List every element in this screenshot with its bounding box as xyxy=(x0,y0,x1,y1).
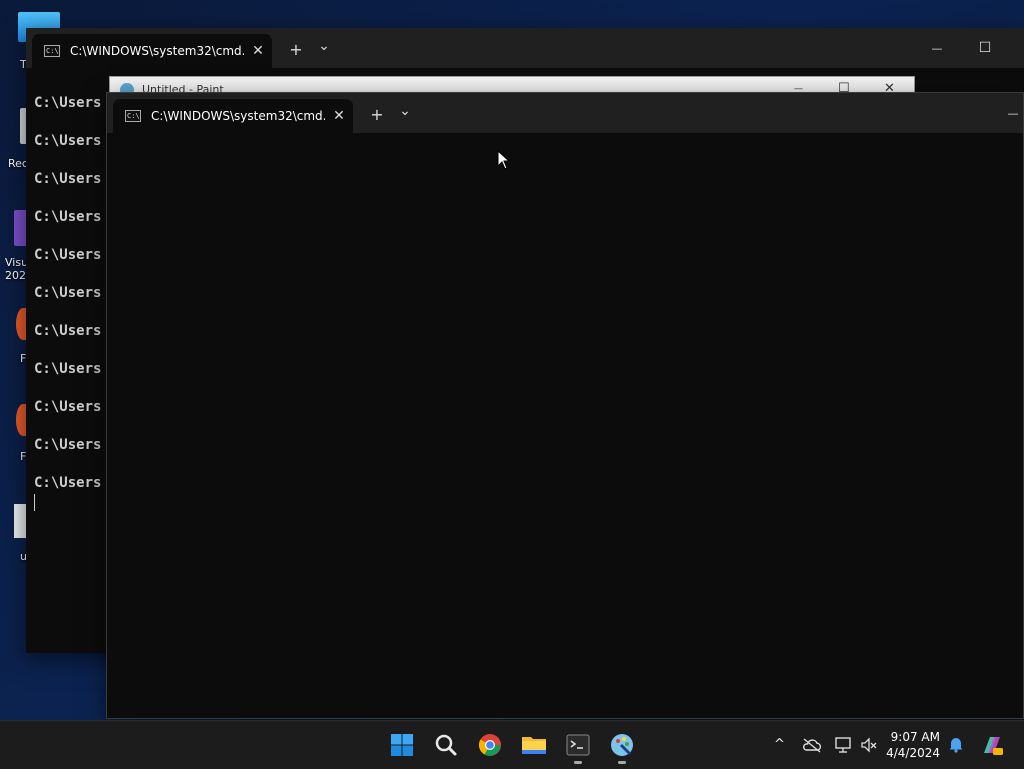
terminal-button[interactable] xyxy=(562,729,594,764)
terminal-line: C:\Users xyxy=(34,437,102,453)
paint-palette-icon xyxy=(611,734,633,756)
front-terminal-output[interactable] xyxy=(107,133,1023,718)
front-terminal-minimize-button[interactable]: — xyxy=(1003,93,1023,133)
back-terminal-minimize-button[interactable]: — xyxy=(914,28,960,68)
terminal-line: C:\Users xyxy=(34,399,102,415)
front-terminal-tab-title: C:\WINDOWS\system32\cmd. xyxy=(151,109,325,123)
terminal-line: C:\Users xyxy=(34,209,102,225)
terminal-line: C:\Users xyxy=(34,475,102,491)
front-terminal-tab-close-icon[interactable]: ✕ xyxy=(325,108,353,124)
cmd-icon: C:\ xyxy=(125,110,141,122)
copilot-icon[interactable] xyxy=(980,733,1004,757)
notification-bell-icon[interactable] xyxy=(948,735,964,753)
cmd-icon: C:\ xyxy=(44,45,60,57)
back-terminal-dropdown-icon[interactable]: ⌄ xyxy=(314,36,334,56)
network-icon[interactable] xyxy=(834,736,852,754)
back-terminal-tab-title: C:\WINDOWS\system32\cmd. xyxy=(70,44,244,58)
taskbar: ^ 9:07 AM 4/4/2024 xyxy=(0,720,1024,769)
terminal-line: C:\Users xyxy=(34,285,102,301)
search-icon xyxy=(435,734,457,756)
onedrive-offline-icon[interactable] xyxy=(802,737,822,753)
terminal-line: C:\Users xyxy=(34,361,102,377)
back-terminal-new-tab-button[interactable]: + xyxy=(284,40,308,60)
file-explorer-button[interactable] xyxy=(518,729,550,761)
front-terminal-dropdown-icon[interactable]: ⌄ xyxy=(395,101,415,121)
back-terminal-maximize-button[interactable]: ☐ xyxy=(962,28,1008,68)
windows-logo-icon xyxy=(391,734,413,756)
terminal-icon xyxy=(566,734,590,756)
paint-taskbar-button[interactable] xyxy=(606,729,638,764)
clock-time: 9:07 AM xyxy=(890,730,940,744)
clock-date: 4/4/2024 xyxy=(886,746,940,760)
tray-chevron-icon[interactable]: ^ xyxy=(774,737,785,752)
terminal-line: C:\Users xyxy=(34,133,102,149)
desktop-label-recycle-bin: Rec xyxy=(8,157,28,170)
front-terminal-tab[interactable]: C:\ C:\WINDOWS\system32\cmd. ✕ xyxy=(113,99,353,133)
terminal-line: C:\Users xyxy=(34,171,102,187)
chrome-icon xyxy=(478,734,501,756)
taskbar-clock[interactable]: 9:07 AM 4/4/2024 xyxy=(886,729,940,761)
mouse-pointer-icon xyxy=(497,150,511,170)
terminal-line: C:\Users xyxy=(34,323,102,339)
volume-muted-icon[interactable] xyxy=(860,736,878,754)
text-cursor xyxy=(34,494,35,511)
front-terminal-titlebar[interactable]: C:\ C:\WINDOWS\system32\cmd. ✕ + ⌄ — xyxy=(107,93,1023,133)
front-terminal-window[interactable]: C:\ C:\WINDOWS\system32\cmd. ✕ + ⌄ — xyxy=(106,92,1024,719)
terminal-running-indicator xyxy=(574,761,582,764)
terminal-line: C:\Users xyxy=(34,95,102,111)
back-terminal-tab[interactable]: C:\ C:\WINDOWS\system32\cmd. ✕ xyxy=(32,34,272,68)
start-button[interactable] xyxy=(386,729,418,761)
front-terminal-new-tab-button[interactable]: + xyxy=(365,105,389,125)
search-button[interactable] xyxy=(430,729,462,761)
back-terminal-tab-close-icon[interactable]: ✕ xyxy=(244,43,272,59)
folder-icon xyxy=(522,737,546,754)
terminal-line: C:\Users xyxy=(34,247,102,263)
back-terminal-titlebar[interactable]: C:\ C:\WINDOWS\system32\cmd. ✕ + ⌄ — ☐ xyxy=(26,28,1024,68)
paint-running-indicator xyxy=(618,761,626,764)
chrome-button[interactable] xyxy=(474,729,506,761)
